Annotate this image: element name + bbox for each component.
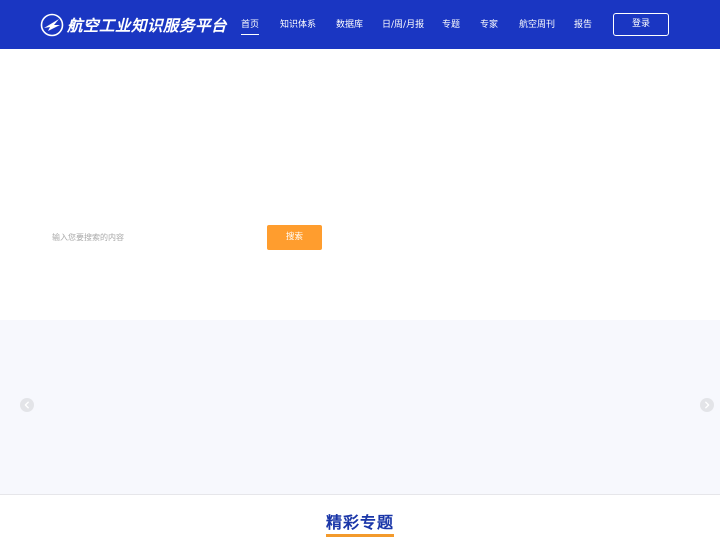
nav-item-reports-periodic[interactable]: 日/周/月报 (382, 17, 424, 33)
chevron-left-icon (24, 401, 29, 409)
site-logo[interactable]: 航空工业知识服务平台 (40, 12, 227, 38)
section-title: 精彩专题 (325, 513, 394, 537)
search-button[interactable]: 搜索 (267, 225, 322, 250)
site-title: 航空工业知识服务平台 (67, 17, 228, 35)
nav-item-home[interactable]: 首页 (241, 17, 260, 35)
nav-item-database[interactable]: 数据库 (336, 17, 363, 33)
nav-item-aviation-weekly[interactable]: 航空周刊 (519, 17, 555, 33)
hero-banner (0, 49, 720, 320)
carousel-next-button[interactable] (700, 398, 714, 412)
nav-item-topics[interactable]: 专题 (442, 17, 460, 33)
chevron-right-icon (705, 401, 710, 409)
search-input[interactable] (46, 226, 264, 248)
nav-item-experts[interactable]: 专家 (480, 17, 498, 33)
login-button[interactable]: 登录 (613, 13, 669, 36)
featured-topics-header: 精彩专题 (0, 513, 720, 537)
banner-carousel (0, 320, 720, 494)
nav-item-reports[interactable]: 报告 (574, 17, 592, 33)
carousel-prev-button[interactable] (20, 398, 34, 412)
section-divider (0, 494, 720, 495)
nav-item-knowledge-system[interactable]: 知识体系 (280, 17, 316, 33)
top-header: 航空工业知识服务平台 首页 知识体系 数据库 日/周/月报 专题 专家 航空周刊… (0, 0, 720, 49)
airplane-logo-icon (40, 13, 64, 37)
